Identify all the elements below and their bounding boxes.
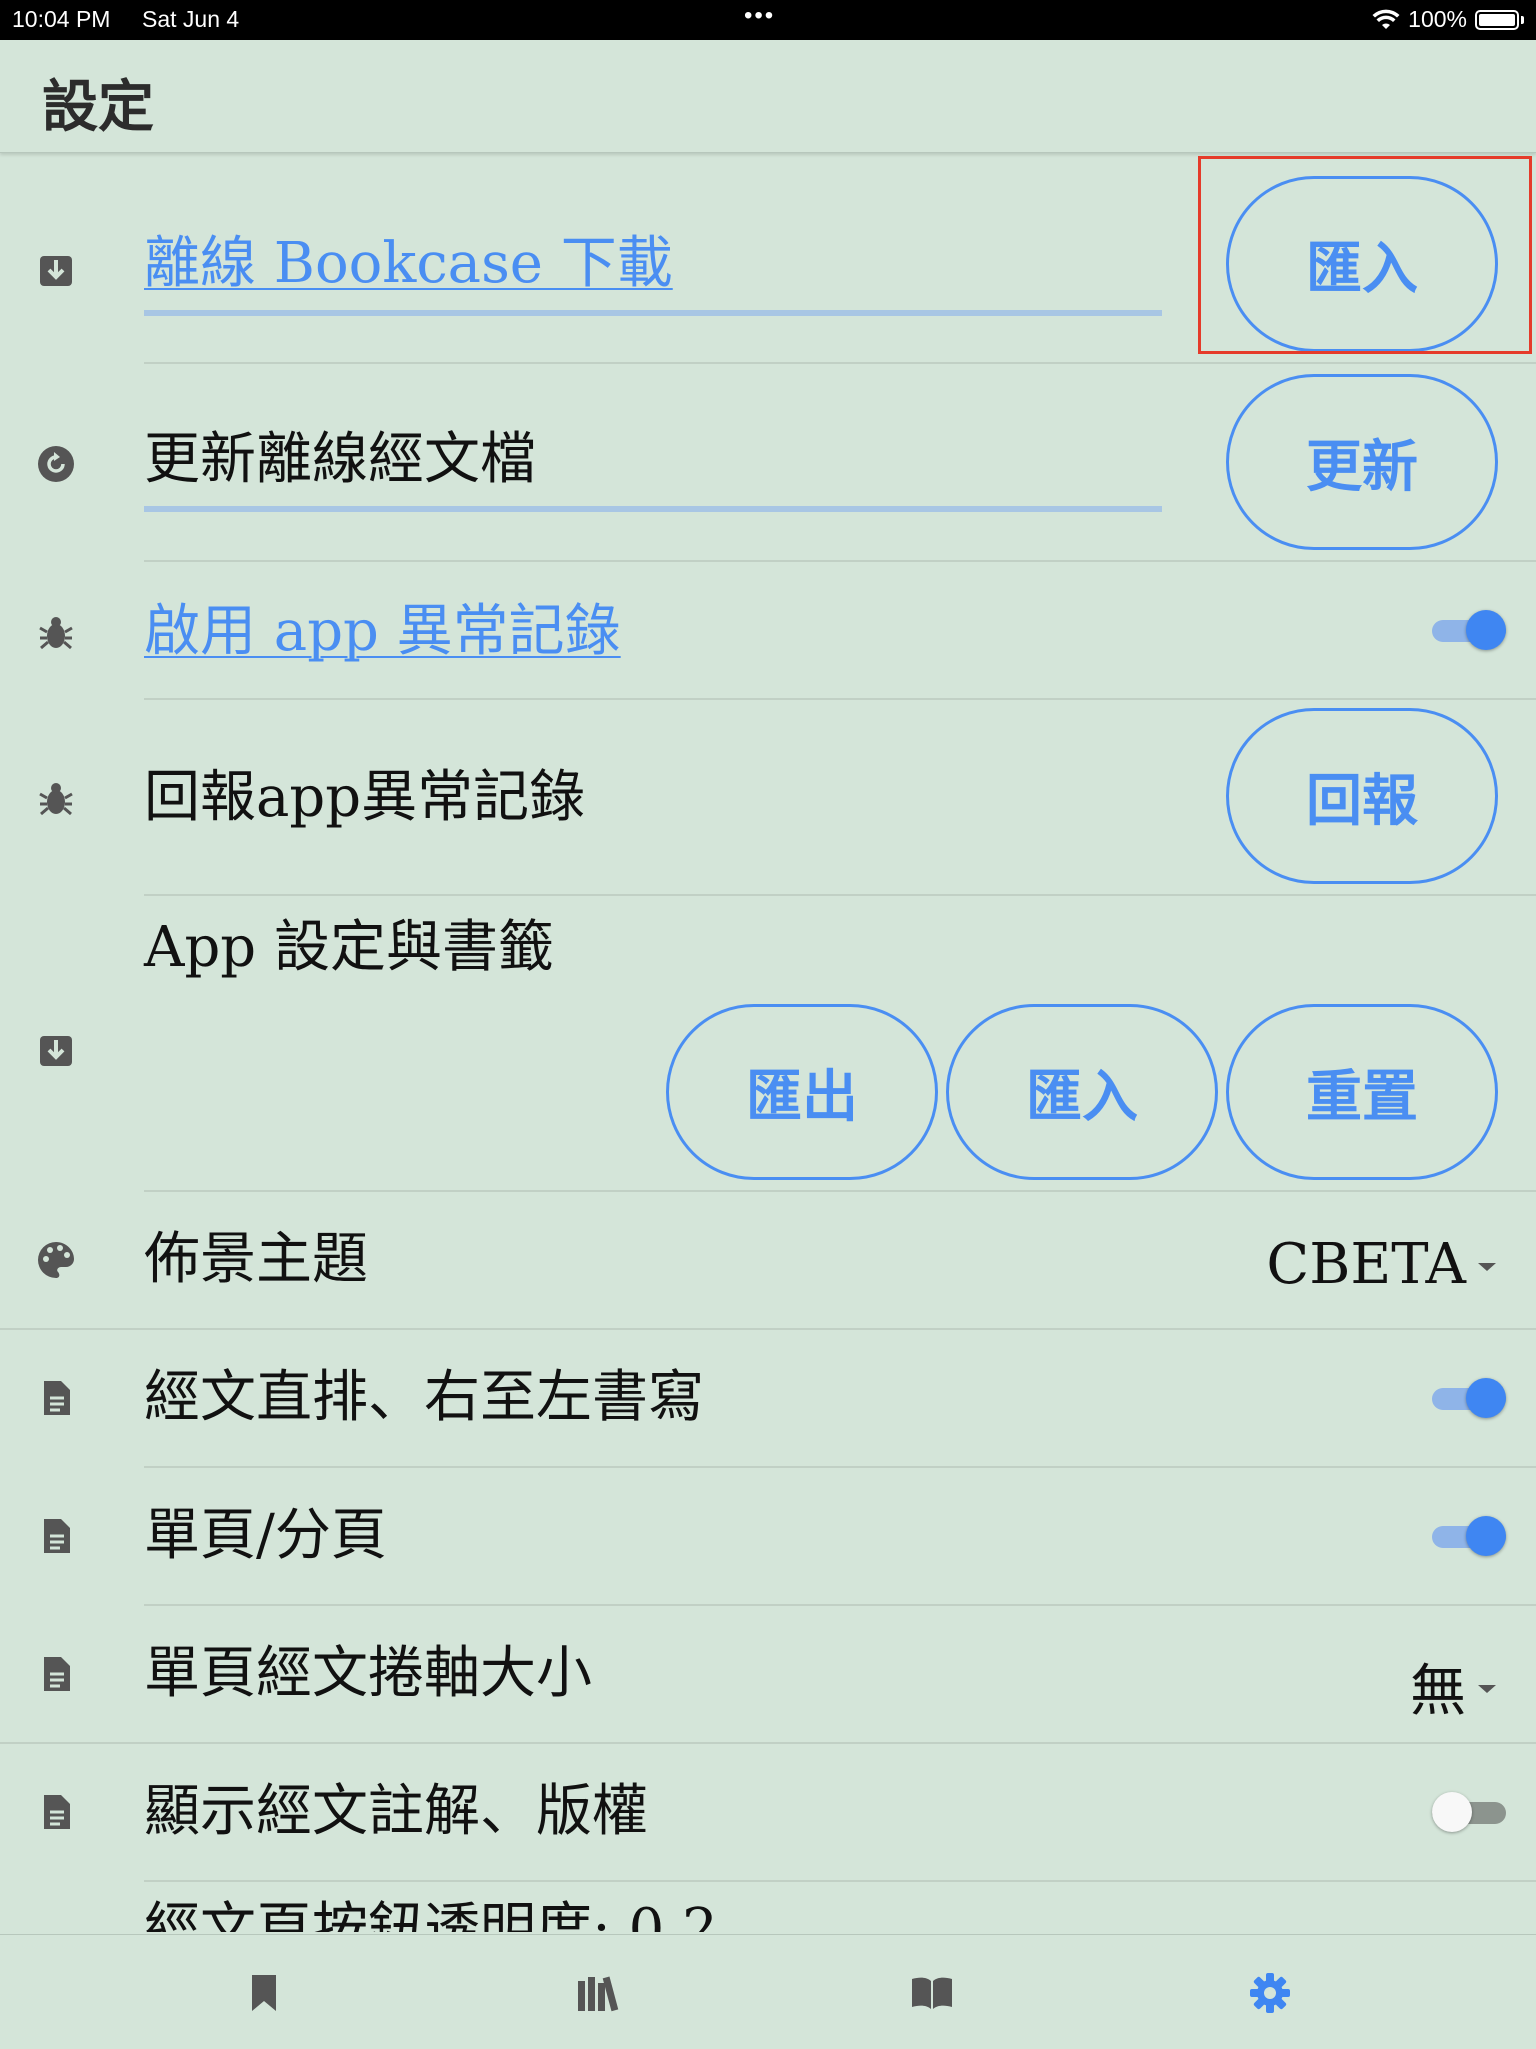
battery-percent: 100% xyxy=(1408,6,1467,32)
scroll-size-value: 無 xyxy=(1410,1659,1466,1724)
vertical-text-label: 經文直排、右至左書寫 xyxy=(144,1365,704,1430)
document-icon xyxy=(36,1378,76,1418)
vertical-text-toggle[interactable] xyxy=(1432,1378,1506,1418)
status-right: 100% xyxy=(1372,6,1524,33)
page-title: 設定 xyxy=(42,75,154,140)
theme-value: CBETA xyxy=(1266,1232,1466,1297)
report-log-label: 回報app異常記錄 xyxy=(144,765,586,830)
bug-icon xyxy=(36,612,76,652)
scroll-size-dropdown[interactable]: 無 xyxy=(1410,1646,1496,1727)
document-icon xyxy=(36,1654,76,1694)
document-icon xyxy=(36,1516,76,1556)
palette-icon xyxy=(36,1240,76,1280)
import-settings-button[interactable]: 匯入 xyxy=(946,1004,1218,1180)
status-date: Sat Jun 4 xyxy=(142,6,240,32)
offline-download-progress xyxy=(144,310,1162,316)
battery-icon xyxy=(1475,9,1519,30)
export-settings-button[interactable]: 匯出 xyxy=(666,1004,938,1180)
divider xyxy=(144,362,1536,364)
opacity-label: 經文頁按鈕透明度: 0.2 xyxy=(144,1897,718,1933)
bookmark-icon[interactable] xyxy=(242,1971,286,2015)
show-notes-toggle[interactable] xyxy=(1432,1792,1506,1832)
divider xyxy=(0,1328,1536,1330)
offline-bookcase-download-link[interactable]: 離線 Bookcase 下載 xyxy=(144,236,673,292)
status-time: 10:04 PM xyxy=(12,6,111,32)
divider xyxy=(144,1466,1536,1468)
divider xyxy=(144,560,1536,562)
refresh-icon xyxy=(36,444,76,484)
scroll-size-label: 單頁經文捲軸大小 xyxy=(144,1641,592,1706)
update-button[interactable]: 更新 xyxy=(1226,374,1498,550)
settings-gear-icon[interactable] xyxy=(1248,1971,1292,2015)
library-icon[interactable] xyxy=(576,1971,620,2015)
enable-log-toggle[interactable] xyxy=(1432,610,1506,650)
divider xyxy=(144,1190,1536,1192)
tab-bar xyxy=(0,1934,1536,2049)
enable-log-link[interactable]: 啟用 app 異常記錄 xyxy=(144,604,621,660)
highlight-box xyxy=(1198,156,1532,354)
theme-label: 佈景主題 xyxy=(144,1227,368,1292)
status-bar: 10:04 PM Sat Jun 4 ••• 100% xyxy=(0,0,1536,40)
book-open-icon[interactable] xyxy=(910,1971,954,2015)
wifi-icon xyxy=(1372,9,1400,29)
show-notes-label: 顯示經文註解、版權 xyxy=(144,1779,648,1844)
single-page-label: 單頁/分頁 xyxy=(144,1503,387,1568)
multitasking-dots-icon[interactable]: ••• xyxy=(744,2,775,30)
app-settings-label: App 設定與書籤 xyxy=(144,915,554,980)
dropdown-arrow-icon xyxy=(1478,1684,1496,1693)
reset-settings-button[interactable]: 重置 xyxy=(1226,1004,1498,1180)
opacity-row: 經文頁按鈕透明度: 0.2 xyxy=(0,1880,1536,1933)
bug-icon xyxy=(36,778,76,818)
divider xyxy=(144,698,1536,700)
document-icon xyxy=(36,1792,76,1832)
single-page-toggle[interactable] xyxy=(1432,1516,1506,1556)
title-bar: 設定 xyxy=(0,40,1536,153)
report-button[interactable]: 回報 xyxy=(1226,708,1498,884)
theme-dropdown[interactable]: CBETA xyxy=(1266,1232,1496,1297)
download-icon xyxy=(36,1030,76,1070)
battery-tip xyxy=(1521,15,1524,24)
update-offline-label: 更新離線經文檔 xyxy=(144,427,536,492)
update-offline-progress xyxy=(144,506,1162,512)
divider xyxy=(0,1742,1536,1744)
dropdown-arrow-icon xyxy=(1478,1262,1496,1271)
download-icon xyxy=(36,250,76,290)
divider xyxy=(144,894,1536,896)
divider xyxy=(144,1604,1536,1606)
